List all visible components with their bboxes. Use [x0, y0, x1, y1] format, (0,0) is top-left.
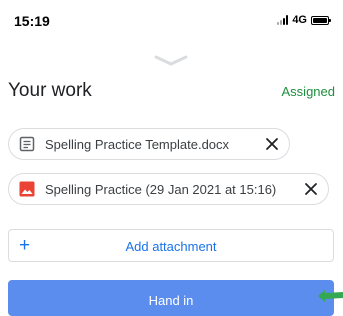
- close-icon[interactable]: [304, 182, 318, 196]
- signal-icon: [277, 15, 289, 25]
- hand-in-button[interactable]: Hand in: [8, 280, 334, 316]
- add-attachment-button[interactable]: + Add attachment: [8, 229, 334, 262]
- chevron-down-icon[interactable]: [153, 54, 189, 68]
- close-icon[interactable]: [265, 137, 279, 151]
- status-indicators: 4G: [277, 14, 331, 26]
- status-bar: 15:19 4G: [0, 0, 343, 40]
- attachment-chip[interactable]: Spelling Practice (29 Jan 2021 at 15:16): [8, 173, 329, 205]
- status-time: 15:19: [14, 13, 50, 29]
- attachment-name: Spelling Practice (29 Jan 2021 at 15:16): [45, 181, 277, 197]
- document-icon: [19, 136, 35, 152]
- battery-icon: [311, 15, 331, 25]
- arrow-icon: [318, 290, 343, 302]
- add-attachment-label: Add attachment: [125, 239, 217, 254]
- image-icon: [19, 181, 35, 197]
- attachment-chip[interactable]: Spelling Practice Template.docx: [8, 128, 290, 160]
- assignment-status: Assigned: [281, 84, 335, 99]
- page-title: Your work: [8, 80, 92, 101]
- network-type: 4G: [292, 14, 307, 26]
- attachment-name: Spelling Practice Template.docx: [45, 136, 230, 152]
